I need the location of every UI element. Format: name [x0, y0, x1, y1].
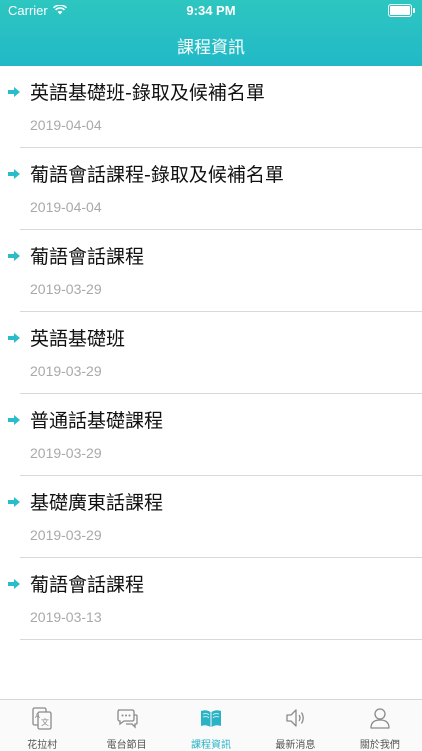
arrow-right-icon: [8, 415, 20, 425]
person-icon: [370, 708, 390, 729]
svg-text:文: 文: [41, 717, 49, 727]
speaker-icon: [286, 709, 305, 727]
arrow-right-icon: [8, 87, 20, 97]
course-date: 2019-04-04: [30, 117, 102, 133]
course-date: 2019-03-13: [30, 609, 102, 625]
arrow-right-icon: [8, 169, 20, 179]
tab-label: 關於我們: [359, 740, 400, 751]
course-date: 2019-03-29: [30, 527, 102, 543]
arrow-right-icon: [8, 579, 20, 589]
course-item[interactable]: 葡語會話課程 2019-03-29: [8, 230, 422, 312]
course-date: 2019-03-29: [30, 445, 102, 461]
battery-icon: [388, 4, 415, 17]
course-title: 英語基礎班-錄取及候補名單: [30, 82, 265, 104]
course-title: 葡語會話課程: [30, 246, 145, 268]
course-title: 葡語會話課程-錄取及候補名單: [30, 164, 284, 186]
course-item[interactable]: 英語基礎班 2019-03-29: [8, 312, 422, 394]
course-title: 普通話基礎課程: [30, 410, 164, 432]
tab-bar: A 文 花拉村 電台節目 課程資訊 最新消息 關於我們: [0, 699, 422, 751]
course-item[interactable]: 葡語會話課程 2019-03-13: [8, 558, 422, 640]
arrow-right-icon: [8, 333, 20, 343]
tab-label: 最新消息: [275, 740, 316, 751]
tab-course-info[interactable]: 課程資訊: [169, 700, 253, 751]
page-title: 課程資訊: [177, 38, 245, 58]
course-item[interactable]: 普通話基礎課程 2019-03-29: [8, 394, 422, 476]
tab-label: 課程資訊: [191, 740, 232, 751]
course-title: 基礎廣東話課程: [30, 492, 164, 514]
tab-flower-village[interactable]: A 文 花拉村: [0, 700, 84, 751]
tab-radio-programs[interactable]: 電台節目: [84, 700, 168, 751]
tab-latest-news[interactable]: 最新消息: [253, 700, 337, 751]
course-date: 2019-03-29: [30, 281, 102, 297]
tab-label: 花拉村: [27, 740, 58, 751]
tab-label: 電台節目: [106, 740, 147, 751]
arrow-right-icon: [8, 497, 20, 507]
svg-text:A: A: [35, 712, 40, 720]
status-bar: Carrier 9:34 PM: [0, 0, 422, 22]
course-item[interactable]: 葡語會話課程-錄取及候補名單 2019-04-04: [8, 148, 422, 230]
language-card-icon: A 文: [32, 707, 52, 730]
course-item[interactable]: 英語基礎班-錄取及候補名單 2019-04-04: [8, 66, 422, 148]
clock: 9:34 PM: [186, 3, 236, 18]
course-date: 2019-03-29: [30, 363, 102, 379]
course-title: 英語基礎班: [30, 328, 126, 350]
book-icon: [201, 710, 222, 727]
course-list: 英語基礎班-錄取及候補名單 2019-04-04 葡語會話課程-錄取及候補名單 …: [0, 66, 422, 640]
arrow-right-icon: [8, 251, 20, 261]
chat-bubbles-icon: [116, 709, 138, 729]
course-item[interactable]: 基礎廣東話課程 2019-03-29: [8, 476, 422, 558]
tab-about-us[interactable]: 關於我們: [338, 700, 422, 751]
course-title: 葡語會話課程: [30, 574, 145, 596]
nav-header: Carrier 9:34 PM 課程資訊: [0, 0, 422, 66]
course-date: 2019-04-04: [30, 199, 102, 215]
